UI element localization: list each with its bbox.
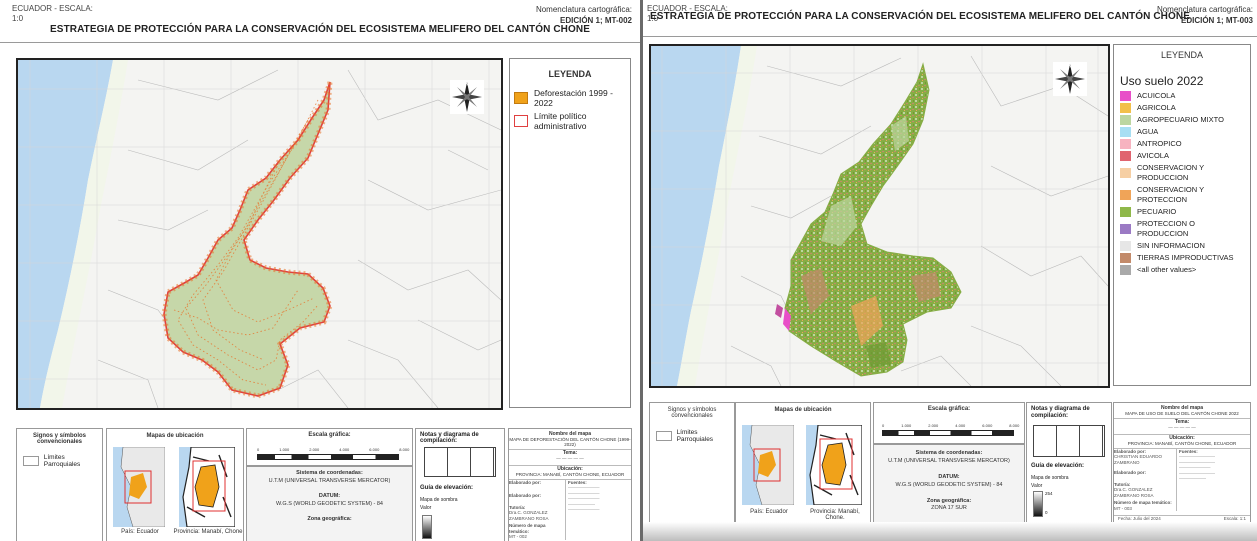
svg-text:N: N [465,82,469,88]
map-info-box: Nombre del mapa MAPA DE USO DE SUELO DEL… [1113,402,1251,524]
scale-box: Escala gráfica: 0 1.000 2.000 4.000 6.000 8.0… [246,428,413,466]
legend-label: AGUA [1137,127,1159,136]
legend-panel: LEYENDA Deforestación 1999 - 2022 Límite… [509,58,631,408]
legend-label: ACUICOLA [1137,91,1176,100]
legend-label: PECUARIO [1137,207,1177,216]
scale-bar [882,430,1014,436]
left-map-sheet: ECUADOR - ESCALA: 1:0 ESTRATEGIA DE PROTE… [0,0,640,541]
legend-panel: LEYENDA Uso suelo 2022 ACUICOLA AGRICOLA A… [1113,44,1251,386]
svg-text:N: N [1068,64,1072,70]
legend-label: CONSERVACION Y PROTECCION [1137,185,1204,204]
parish-limits-item: Límites Parroquiales [23,454,102,468]
compilation-diagram [424,447,496,477]
legend-swatch [1120,151,1131,161]
legend-item-landuse: TIERRAS IMPRODUCTIVAS [1120,253,1250,263]
legend-swatch [1120,190,1131,200]
legend-swatch [1120,241,1131,251]
legend-swatch [1120,224,1131,234]
landuse-legend-list: ACUICOLA AGRICOLA AGROPECUARIO MIXTO AGUA AN… [1114,91,1250,275]
sheet-header: ECUADOR - ESCALA: 1:0 ESTRATEGIA DE PROTE… [0,0,640,43]
legend-label: AVICOLA [1137,151,1169,160]
manabi-location-map [179,447,235,527]
legend-title: LEYENDA [548,69,592,79]
deforestation-swatch [514,92,528,104]
legend-item-landuse: SIN INFORMACION [1120,241,1250,251]
legend-item-landuse: AGROPECUARIO MIXTO [1120,115,1250,125]
legend-label: <all other values> [1137,265,1197,274]
legend-label: SIN INFORMACION [1137,241,1205,250]
legend-label: CONSERVACION Y PRODUCCION [1137,163,1204,182]
map-frame: N [649,44,1110,388]
boundary-swatch [514,115,528,127]
coordinates-box: Sistema de coordenadas: U.T.M (UNIVERSAL… [873,444,1025,524]
signs-box: Signos y símbolos convencionales Límites… [16,428,103,541]
notes-box: Notas y diagrama de compilación: Guía de… [1026,402,1112,524]
north-arrow-icon: N [1053,62,1087,96]
legend-item-landuse: AVICOLA [1120,151,1250,161]
legend-swatch [1120,91,1131,101]
legend-subtitle: Uso suelo 2022 [1120,74,1204,88]
ecuador-location-map [113,447,165,527]
scale-bar [257,454,399,460]
coordinates-box: Sistema de coordenadas: U.T.M (UNIVERSAL… [246,466,413,541]
nomenclature: Nomenclatura cartográfica: EDICIÓN 1; MT-… [535,5,632,25]
legend-label: TIERRAS IMPRODUCTIVAS [1137,253,1234,262]
legend-item-deforestation: Deforestación 1999 - 2022 [514,88,630,108]
legend-swatch [1120,168,1131,178]
legend-swatch [1120,127,1131,137]
location-box: Mapas de ubicación País: Ecuador Provinc… [735,402,871,541]
legend-title: LEYENDA [1160,50,1204,60]
legend-label: AGRICOLA [1137,103,1176,112]
legend-swatch [1120,103,1131,113]
scale-box: Escala gráfica: 0 1.000 2.000 4.000 6.000 8.0… [873,402,1025,444]
legend-item-landuse: PECUARIO [1120,207,1250,217]
north-arrow-icon: N [450,80,484,114]
nomenclature: Nomenclatura cartográfica: EDICIÓN 1; MT-… [1156,5,1253,25]
legend-swatch [1120,139,1131,149]
elevation-ramp [422,515,432,539]
legend-item-landuse: PROTECCION O PRODUCCION [1120,219,1250,239]
parish-limits-item: Límites Parroquiales [656,429,734,443]
legend-swatch [1120,253,1131,263]
bottom-edge-bar [643,522,1257,541]
legend-label: AGROPECUARIO MIXTO [1137,115,1224,124]
legend-item-landuse: ACUICOLA [1120,91,1250,101]
elevation-ramp [1033,491,1043,517]
sheet-header: ECUADOR - ESCALA: 1:0 ESTRATEGIA DE PROTE… [643,0,1257,37]
legend-swatch [1120,265,1131,275]
map-info-box: Nombre del mapa MAPA DE DEFORESTACIÓN DE… [508,428,632,541]
legend-label: ANTROPICO [1137,139,1182,148]
scale-label: ECUADOR - ESCALA: 1:0 [12,4,93,23]
legend-item-landuse: <all other values> [1120,265,1250,275]
right-map-sheet: ECUADOR - ESCALA: 1:0 ESTRATEGIA DE PROTE… [643,0,1257,541]
legend-swatch [1120,115,1131,125]
legend-item-landuse: CONSERVACION Y PRODUCCION [1120,163,1250,183]
legend-swatch [1120,207,1131,217]
notes-box: Notas y diagrama de compilación: Guía de… [415,428,505,541]
legend-label: PROTECCION O PRODUCCION [1137,219,1195,238]
legend-item-landuse: ANTROPICO [1120,139,1250,149]
legend-item-landuse: AGRICOLA [1120,103,1250,113]
ecuador-location-map [742,425,794,505]
signs-box: Signos y símbolos convencionales Límites… [649,402,735,541]
legend-item-landuse: AGUA [1120,127,1250,137]
manabi-location-map [806,425,862,505]
scale-ticks: 0 1.000 2.000 4.000 6.000 8.000 [257,447,410,452]
legend-item-landuse: CONSERVACION Y PROTECCION [1120,185,1250,205]
map-frame: N [16,58,503,410]
legend-item-boundary: Límite político administrativo [514,111,630,131]
scale-ticks: 0 1.000 2.000 4.000 6.000 8.000 [882,423,1020,428]
location-box: Mapas de ubicación País: Ecuador Provinc… [106,428,244,541]
compilation-diagram [1033,425,1105,457]
